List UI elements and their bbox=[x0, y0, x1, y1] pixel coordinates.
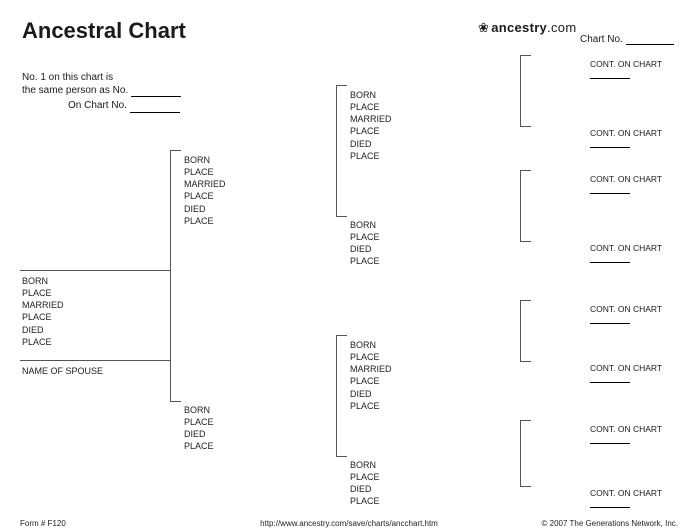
gen3-1-fields: BORN PLACE MARRIED PLACE DIED PLACE bbox=[350, 89, 392, 162]
cont-1: CONT. ON CHART bbox=[590, 59, 698, 79]
cont-2: CONT. ON CHART bbox=[590, 128, 698, 148]
bracket-gen3-4 bbox=[520, 420, 531, 487]
spouse-label: NAME OF SPOUSE bbox=[22, 365, 103, 377]
gen2-mother-fields: BORN PLACE DIED PLACE bbox=[184, 404, 214, 453]
chart-number-input[interactable] bbox=[626, 35, 674, 45]
footer-form-number: Form # F120 bbox=[20, 519, 66, 528]
cont-8-input[interactable] bbox=[590, 498, 630, 508]
cont-5-input[interactable] bbox=[590, 314, 630, 324]
gen2-father-fields: BORN PLACE MARRIED PLACE DIED PLACE bbox=[184, 154, 226, 227]
cont-7: CONT. ON CHART bbox=[590, 424, 698, 444]
cont-3: CONT. ON CHART bbox=[590, 174, 698, 194]
footer-url: http://www.ancestry.com/save/charts/ancc… bbox=[260, 519, 438, 528]
chart-number-label: Chart No. bbox=[580, 34, 674, 45]
cont-4: CONT. ON CHART bbox=[590, 243, 698, 263]
page-title: Ancestral Chart bbox=[22, 18, 186, 44]
cont-1-input[interactable] bbox=[590, 69, 630, 79]
cont-4-input[interactable] bbox=[590, 253, 630, 263]
cont-6: CONT. ON CHART bbox=[590, 363, 698, 383]
bracket-gen2-mother bbox=[336, 335, 347, 457]
bracket-gen1 bbox=[170, 150, 181, 402]
note-same-person: No. 1 on this chart is the same person a… bbox=[22, 72, 181, 97]
cont-2-input[interactable] bbox=[590, 138, 630, 148]
person1-fields: BORN PLACE MARRIED PLACE DIED PLACE bbox=[22, 275, 64, 348]
note-on-chart: On Chart No. bbox=[68, 100, 180, 113]
gen3-2-fields: BORN PLACE DIED PLACE bbox=[350, 219, 380, 268]
cont-8: CONT. ON CHART bbox=[590, 488, 698, 508]
bracket-gen2-father bbox=[336, 85, 347, 217]
footer-copyright: © 2007 The Generations Network, Inc. bbox=[542, 519, 678, 528]
on-chart-no-input[interactable] bbox=[130, 103, 180, 113]
cont-6-input[interactable] bbox=[590, 373, 630, 383]
brand-logo: ❀ancestry.com bbox=[478, 20, 576, 36]
same-person-no-input[interactable] bbox=[131, 87, 181, 97]
bracket-gen3-3 bbox=[520, 300, 531, 362]
cont-3-input[interactable] bbox=[590, 184, 630, 194]
bracket-gen3-2 bbox=[520, 170, 531, 242]
spouse-name-line[interactable] bbox=[20, 360, 170, 361]
cont-7-input[interactable] bbox=[590, 434, 630, 444]
gen3-3-fields: BORN PLACE MARRIED PLACE DIED PLACE bbox=[350, 339, 392, 412]
gen3-4-fields: BORN PLACE DIED PLACE bbox=[350, 459, 380, 508]
cont-5: CONT. ON CHART bbox=[590, 304, 698, 324]
person1-name-line[interactable] bbox=[20, 270, 170, 271]
leaf-icon: ❀ bbox=[478, 20, 489, 36]
bracket-gen3-1 bbox=[520, 55, 531, 127]
